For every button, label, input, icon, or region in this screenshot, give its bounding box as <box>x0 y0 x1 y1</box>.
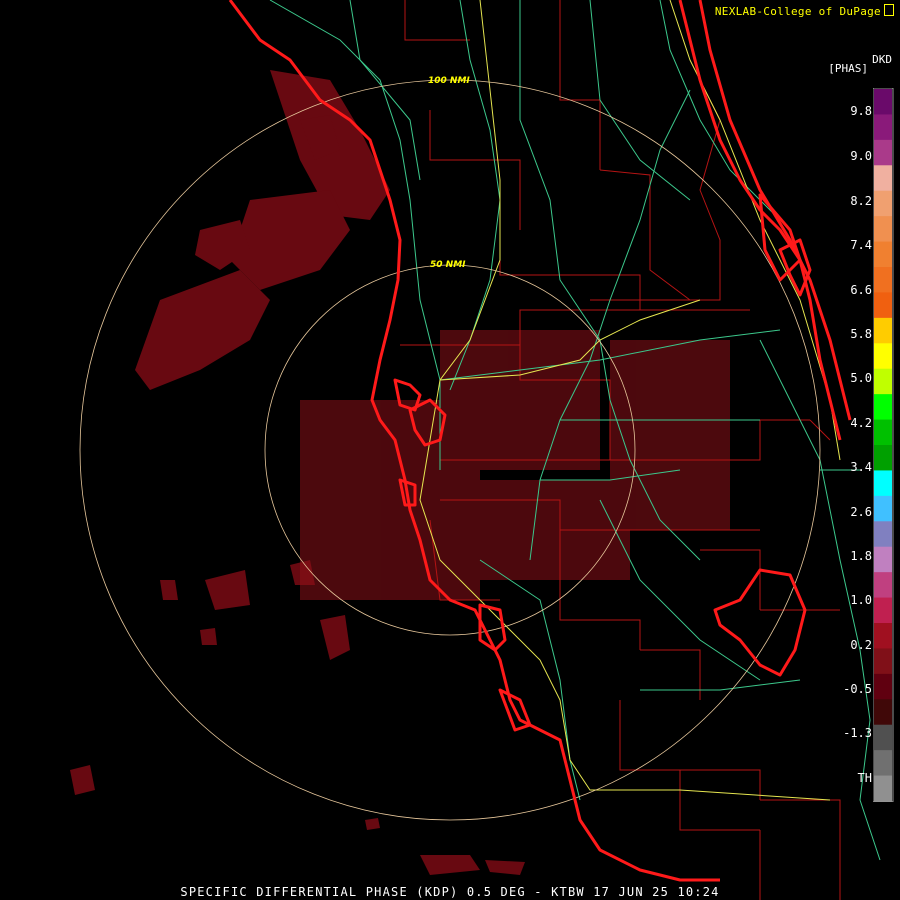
colorbar-swatch <box>874 597 892 624</box>
legend-labels: 9.8 9.0 8.2 7.4 6.6 5.8 5.0 4.2 3.4 2.6 … <box>836 86 876 804</box>
legend-label: 4.2 <box>850 416 872 430</box>
legend-label: 5.8 <box>850 327 872 341</box>
legend-label: 7.4 <box>850 238 872 252</box>
colorbar-swatch <box>874 89 892 115</box>
colorbar-swatch <box>874 495 892 522</box>
colorbar-swatch <box>874 673 892 700</box>
legend-label: 9.8 <box>850 104 872 118</box>
colorbar-swatch <box>874 521 892 548</box>
legend-label: 2.6 <box>850 505 872 519</box>
colorbar-swatch <box>874 699 892 726</box>
colorbar-swatch <box>874 445 892 471</box>
colorbar-swatch <box>874 648 892 675</box>
colorbar-swatch <box>874 623 892 649</box>
colorbar-swatch <box>874 241 892 268</box>
colorbar-swatch <box>874 343 892 370</box>
colorbar-swatch <box>874 165 892 192</box>
legend-label: 3.4 <box>850 460 872 474</box>
colorbar-swatch <box>874 317 892 344</box>
legend-label: 6.6 <box>850 283 872 297</box>
colorbar-swatch <box>874 750 892 777</box>
legend-label: 9.0 <box>850 149 872 163</box>
colorbar-swatch <box>874 546 892 573</box>
legend-label: -1.3 <box>843 726 872 740</box>
colorbar-swatch <box>874 419 892 446</box>
colorbar-swatch <box>874 292 892 319</box>
colorbar-swatch <box>874 775 892 802</box>
flag-icon <box>884 4 894 16</box>
legend-label: -0.5 <box>843 682 872 696</box>
credit-text: NEXLAB-College of DuPage <box>714 5 881 18</box>
legend-title: [PHAS] <box>828 62 868 75</box>
ring-label-100: 100 NMI <box>428 76 470 86</box>
legend-label: 1.0 <box>850 593 872 607</box>
colorbar-swatch <box>874 394 892 421</box>
legend-label: TH <box>857 771 872 785</box>
legend-colorbar <box>873 88 894 802</box>
credit-label: NEXLAB-College of DuPage <box>715 4 894 18</box>
legend-label: 8.2 <box>850 194 872 208</box>
legend-label: 0.2 <box>850 638 872 652</box>
colorbar-swatch <box>874 216 892 243</box>
colorbar-swatch <box>874 724 892 751</box>
colorbar-swatch <box>874 368 892 395</box>
product-footer: SPECIFIC DIFFERENTIAL PHASE (KDP) 0.5 DE… <box>180 885 720 899</box>
legend-label: 1.8 <box>850 549 872 563</box>
radar-map: 100 NMI 50 NMI <box>70 0 881 900</box>
colorbar-swatch <box>874 572 892 599</box>
colorbar-swatch <box>874 190 892 217</box>
colorbar-swatch <box>874 470 892 497</box>
legend-label: 5.0 <box>850 371 872 385</box>
legend-code: DKD <box>872 53 892 66</box>
colorbar-swatch <box>874 267 892 293</box>
colorbar-swatch <box>874 114 892 141</box>
colorbar-swatch <box>874 139 892 166</box>
ring-label-50: 50 NMI <box>430 260 466 270</box>
